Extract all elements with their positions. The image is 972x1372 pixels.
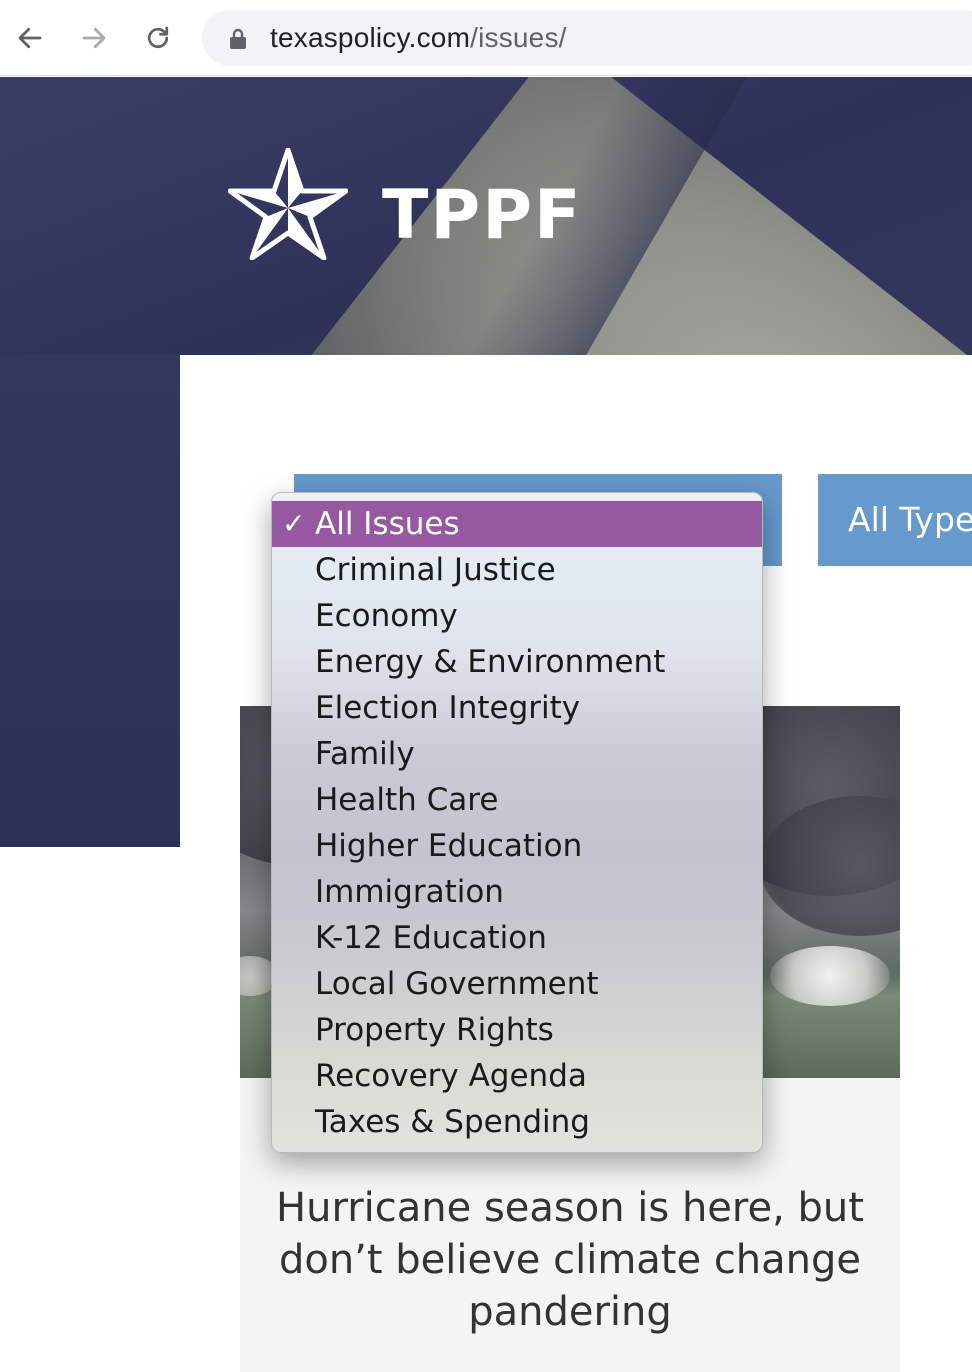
dropdown-option-label: All Issues [315, 506, 460, 542]
dropdown-option[interactable]: Health Care [272, 777, 762, 823]
dropdown-option-label: Recovery Agenda [315, 1058, 587, 1094]
dropdown-option-label: Criminal Justice [315, 552, 556, 588]
browser-toolbar: texaspolicy.com/issues/ [0, 0, 972, 76]
dropdown-option-label: Local Government [315, 966, 599, 1002]
dropdown-option[interactable]: Family [272, 731, 762, 777]
reload-icon [147, 26, 169, 49]
checkmark-icon: ✓ [282, 507, 306, 540]
dropdown-option-label: Family [315, 736, 415, 772]
dropdown-option[interactable]: Immigration [272, 869, 762, 915]
dropdown-option[interactable]: ✓ All Issues [272, 501, 762, 547]
star-icon[interactable] [228, 148, 348, 260]
types-filter-button[interactable]: All Type [818, 474, 972, 566]
dropdown-option[interactable]: Energy & Environment [272, 639, 762, 685]
dropdown-option[interactable]: Local Government [272, 961, 762, 1007]
dropdown-option[interactable]: K-12 Education [272, 915, 762, 961]
url-path: /issues/ [470, 22, 567, 53]
dropdown-option[interactable]: Economy [272, 593, 762, 639]
url-domain: texaspolicy.com [270, 22, 471, 53]
dropdown-option-label: K-12 Education [315, 920, 547, 956]
dropdown-option[interactable]: Election Integrity [272, 685, 762, 731]
side-panel [0, 355, 180, 847]
forward-button[interactable] [70, 14, 118, 62]
arrow-left-icon [18, 27, 42, 49]
issue-dropdown-menu[interactable]: ✓ All Issues Criminal Justice Economy Energy… [271, 492, 763, 1153]
dropdown-option-label: Taxes & Spending [315, 1104, 590, 1140]
address-bar[interactable]: texaspolicy.com/issues/ [202, 10, 972, 66]
lock-icon [230, 28, 246, 49]
dropdown-option-label: Economy [315, 598, 458, 634]
arrow-right-icon [82, 27, 106, 49]
article-title[interactable]: Hurricane season is here, but don’t beli… [240, 1182, 900, 1338]
dropdown-option[interactable]: Property Rights [272, 1007, 762, 1053]
dropdown-option-label: Energy & Environment [315, 644, 666, 680]
dropdown-option-label: Election Integrity [315, 690, 581, 726]
dropdown-option[interactable]: Recovery Agenda [272, 1053, 762, 1099]
dropdown-option[interactable]: Criminal Justice [272, 547, 762, 593]
dropdown-option-label: Immigration [315, 874, 504, 910]
dropdown-option-label: Health Care [315, 782, 499, 818]
reload-button[interactable] [134, 14, 182, 62]
dropdown-option-label: Property Rights [315, 1012, 554, 1048]
url-text: texaspolicy.com/issues/ [270, 22, 567, 54]
dropdown-option[interactable]: Taxes & Spending [272, 1099, 762, 1145]
logo-text[interactable]: TPPF [382, 176, 583, 255]
dropdown-option[interactable]: Higher Education [272, 823, 762, 869]
back-button[interactable] [6, 14, 54, 62]
dropdown-option-label: Higher Education [315, 828, 583, 864]
